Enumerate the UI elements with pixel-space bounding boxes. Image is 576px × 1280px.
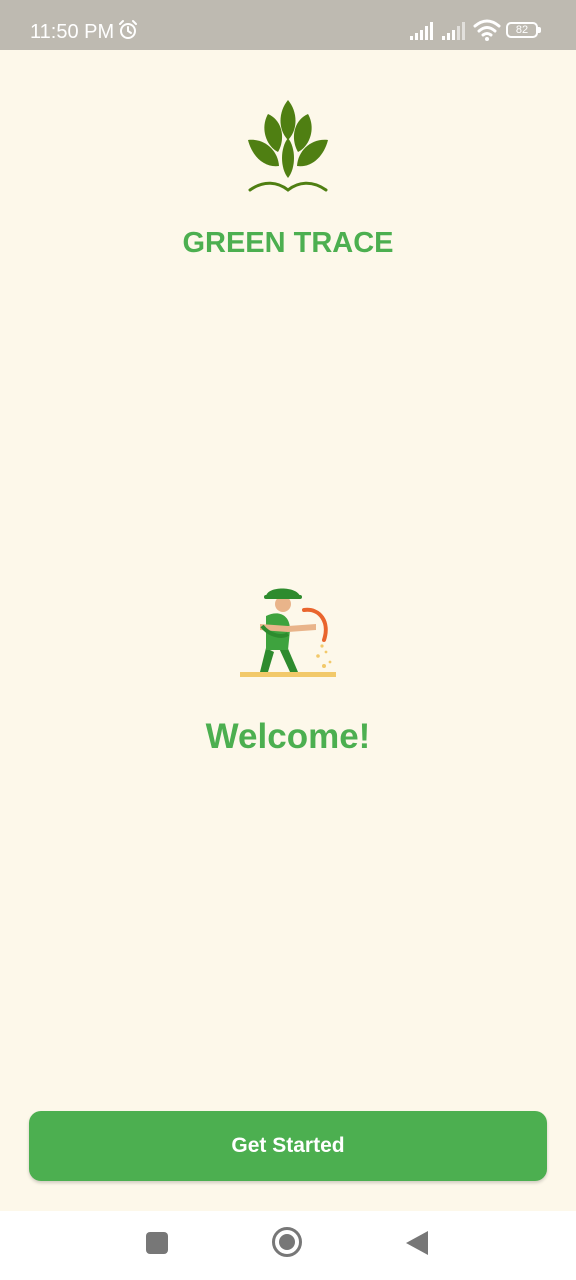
status-time: 11:50 PM: [30, 21, 115, 43]
wheat-leaves-logo-icon: [248, 100, 328, 192]
battery-level: 82: [515, 24, 529, 36]
wifi-icon: [473, 19, 501, 41]
signal-icon: [410, 22, 433, 40]
app-name: GREEN TRACE: [182, 227, 394, 259]
welcome-heading: Welcome!: [205, 717, 371, 756]
alarm-icon: [119, 20, 137, 39]
home-circle-icon[interactable]: [272, 1227, 302, 1257]
get-started-button[interactable]: Get Started: [29, 1111, 547, 1181]
back-triangle-icon[interactable]: [406, 1231, 428, 1255]
status-bar: 11:50 PM 82: [0, 0, 576, 50]
signal-icon: [442, 22, 465, 40]
recents-square-icon[interactable]: [146, 1232, 168, 1254]
battery-icon: 82: [506, 22, 541, 38]
farmer-harvesting-illustration: [240, 588, 336, 677]
navigation-bar: [0, 1211, 576, 1280]
